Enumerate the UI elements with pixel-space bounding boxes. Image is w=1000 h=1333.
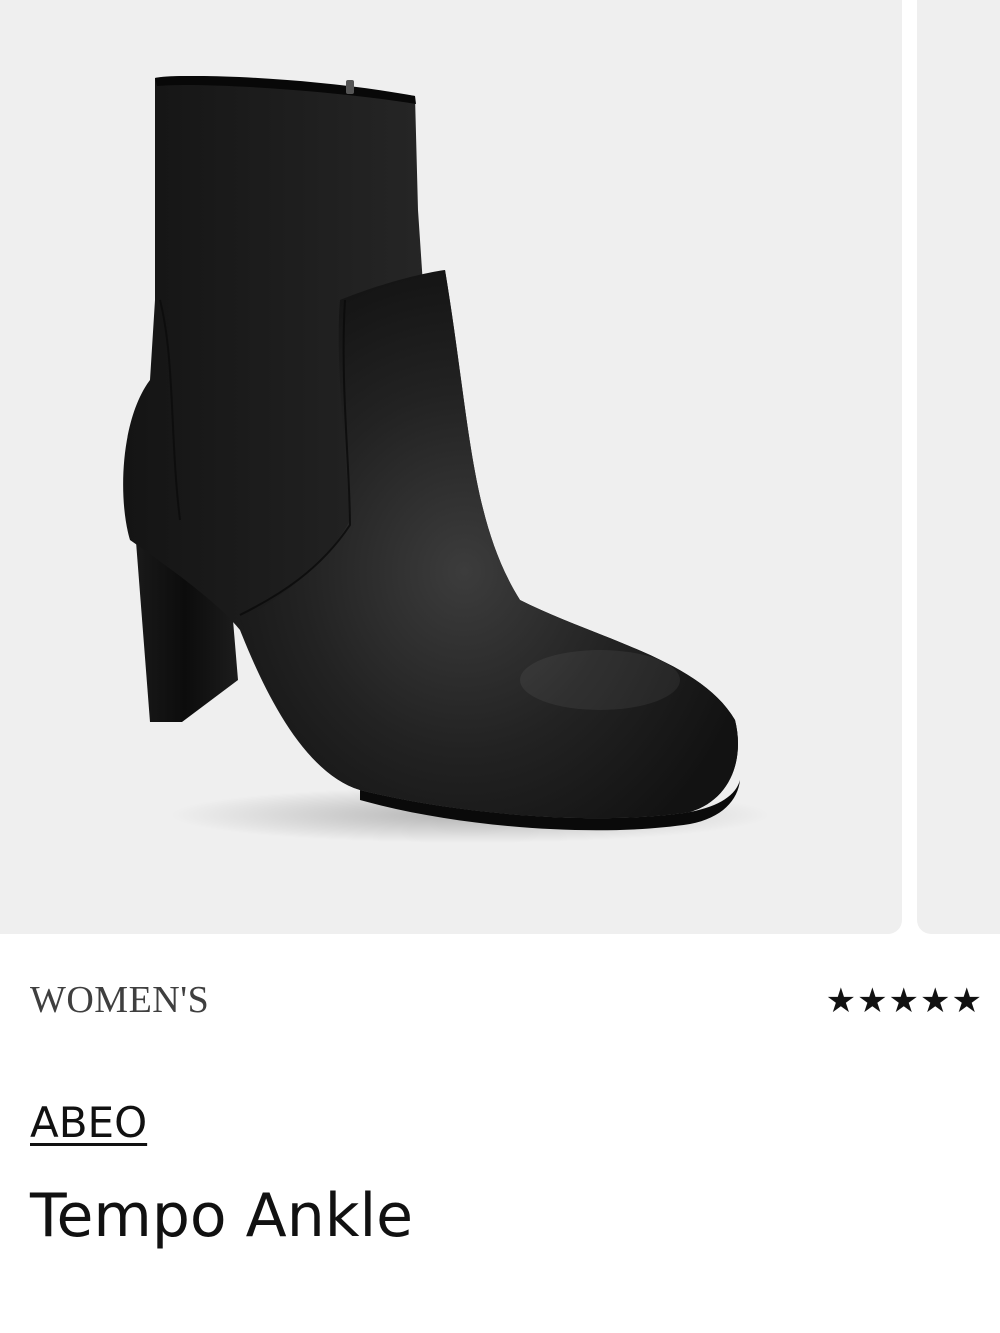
next-image-slide-peek[interactable] [917,0,1000,934]
ankle-boot-image [123,76,770,843]
product-image-slide[interactable] [0,0,902,934]
star-icon[interactable]: ★ [889,982,919,1020]
brand-link[interactable]: ABEO [30,1098,147,1148]
product-title: Tempo Ankle [30,1181,414,1251]
product-image-carousel[interactable] [0,0,1000,934]
star-icon[interactable]: ★ [920,982,950,1020]
star-icon[interactable]: ★ [952,982,982,1020]
star-rating[interactable]: ★ ★ ★ ★ ★ [826,982,982,1020]
star-icon[interactable]: ★ [857,982,887,1020]
star-icon[interactable]: ★ [826,982,856,1020]
product-category: WOMEN'S [30,979,210,1021]
